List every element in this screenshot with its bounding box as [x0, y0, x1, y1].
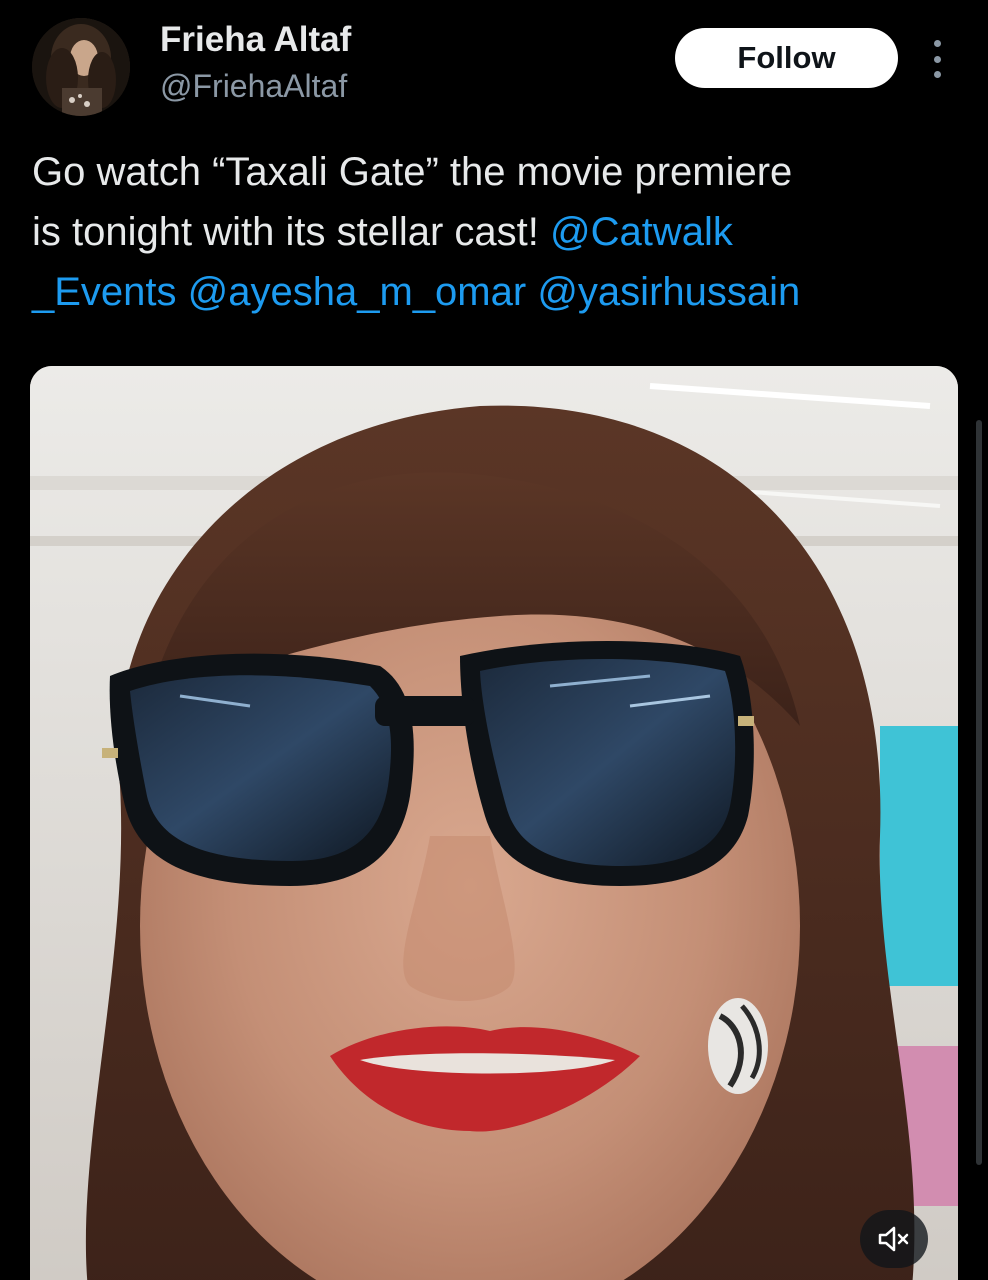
tweet-text-plain: is tonight with its stellar cast! — [32, 210, 550, 254]
dot — [933, 55, 941, 63]
tweet-text-line-3: _Events @ayesha_m_omar @yasirhussain — [32, 262, 962, 322]
tweet-video[interactable] — [30, 366, 958, 1280]
tweet-text: Go watch “Taxali Gate” the movie premier… — [32, 142, 962, 322]
author-avatar[interactable] — [32, 18, 130, 116]
dot — [933, 40, 941, 47]
volume-muted-icon[interactable] — [860, 1210, 928, 1268]
more-vertical-icon[interactable] — [926, 40, 948, 78]
mention-catwalk-events-cont[interactable]: _Events — [32, 270, 177, 314]
follow-button[interactable]: Follow — [675, 28, 898, 88]
dot — [933, 71, 941, 78]
mention-yasirhussain[interactable]: @yasirhussain — [537, 270, 800, 314]
author-display-name[interactable]: Frieha Altaf — [160, 20, 351, 60]
scrollbar-track[interactable] — [976, 420, 982, 1165]
author-handle[interactable]: @FriehaAltaf — [160, 68, 347, 105]
mention-ayesha-m-omar[interactable]: @ayesha_m_omar — [188, 270, 527, 314]
tweet-text-line-1: Go watch “Taxali Gate” the movie premier… — [32, 150, 793, 194]
mention-catwalk-events[interactable]: @Catwalk — [550, 210, 733, 254]
tweet-screen: Frieha Altaf @FriehaAltaf Follow Go watc… — [0, 0, 988, 1280]
tweet-text-line-2: is tonight with its stellar cast! @Catwa… — [32, 202, 962, 262]
